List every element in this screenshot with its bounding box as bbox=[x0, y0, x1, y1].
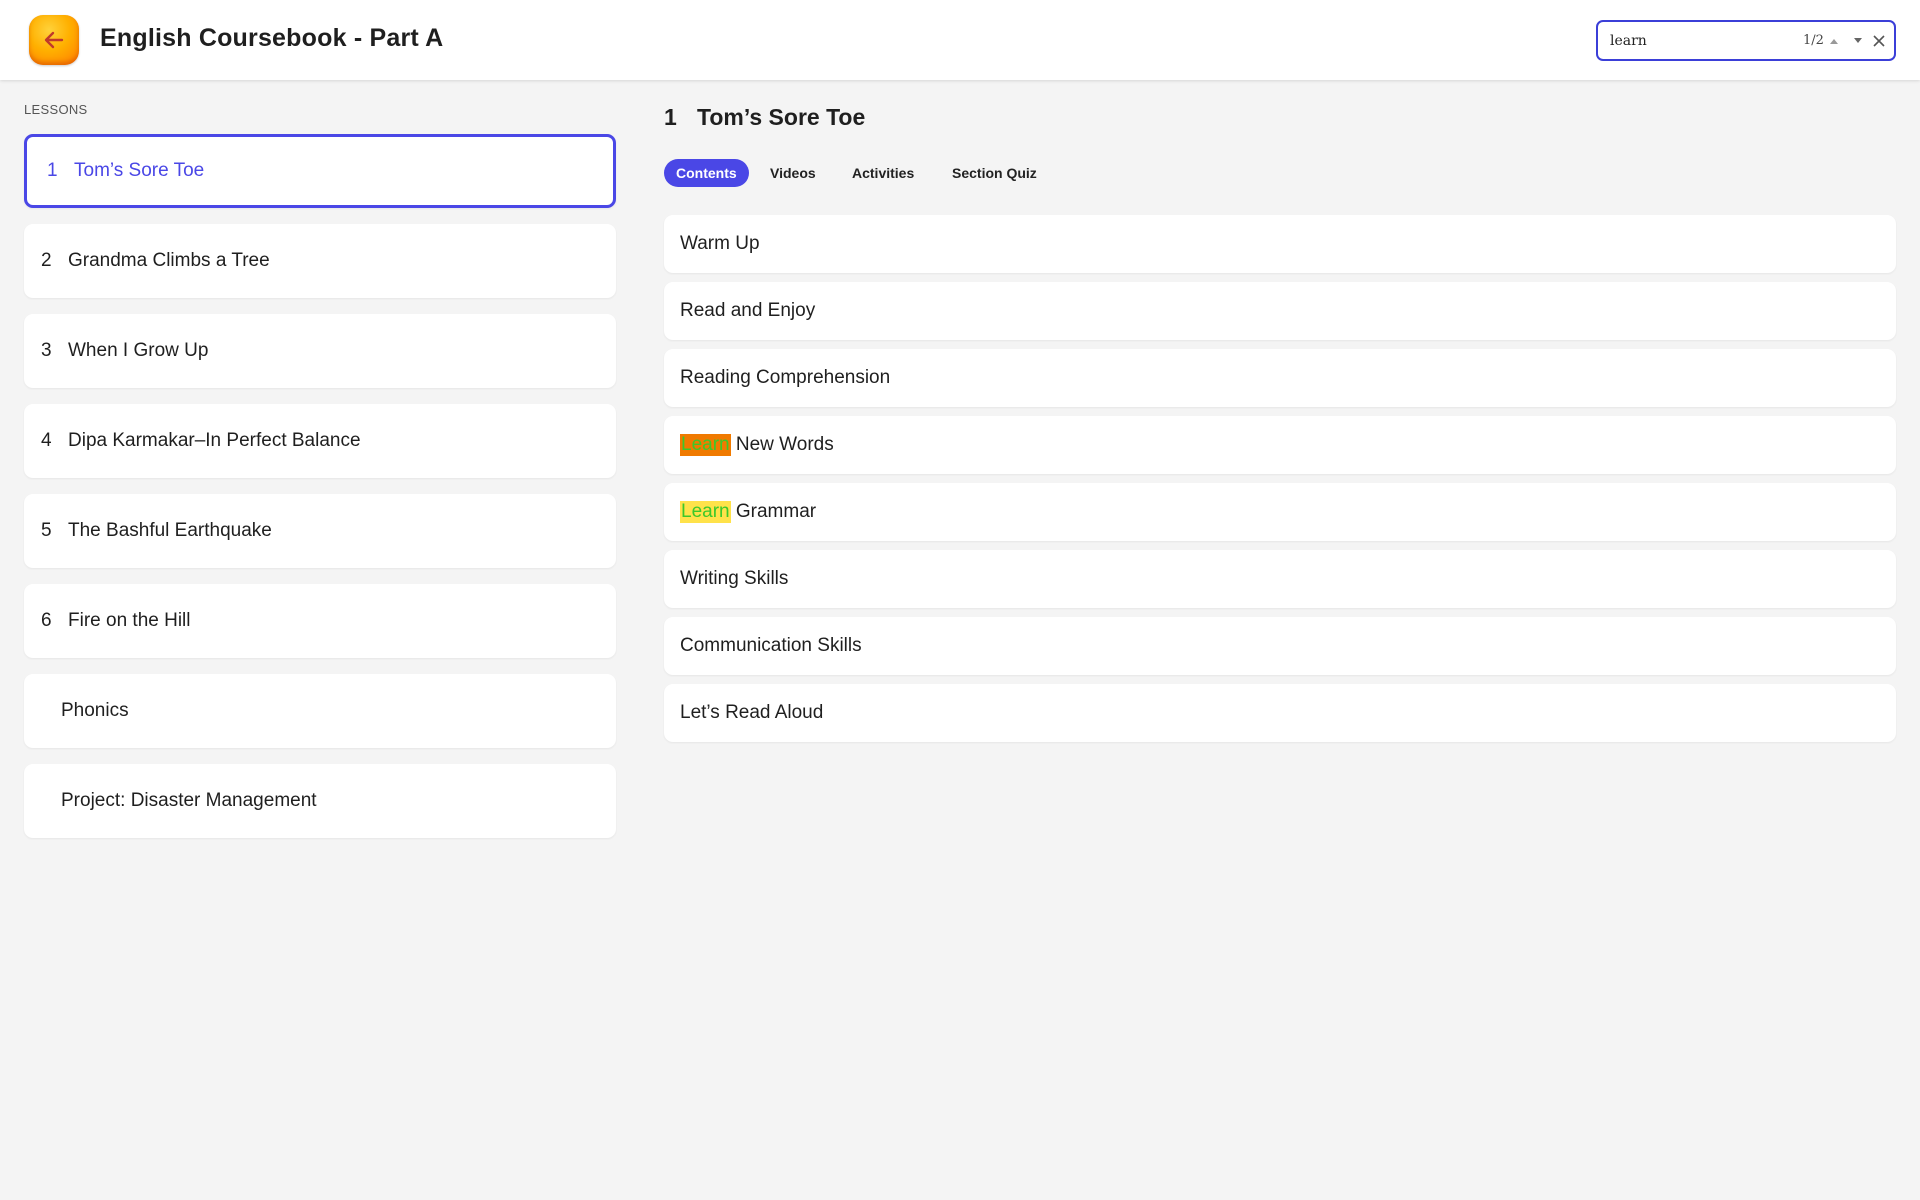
section-label: Warm Up bbox=[680, 233, 760, 254]
lesson-item-project[interactable]: Project: Disaster Management bbox=[24, 764, 616, 838]
section-reading-comprehension[interactable]: Reading Comprehension bbox=[664, 349, 1896, 407]
tab-section-quiz[interactable]: Section Quiz bbox=[940, 159, 1049, 187]
tab-activities[interactable]: Activities bbox=[840, 159, 926, 187]
section-label: Read and Enjoy bbox=[680, 300, 816, 321]
lesson-item-2[interactable]: 2 Grandma Climbs a Tree bbox=[24, 224, 616, 298]
lessons-heading: LESSONS bbox=[24, 102, 88, 117]
lesson-number: 3 bbox=[41, 340, 52, 361]
section-label: Reading Comprehension bbox=[680, 367, 891, 388]
find-highlight: Learn bbox=[680, 501, 731, 523]
back-button[interactable] bbox=[29, 15, 79, 65]
tab-videos[interactable]: Videos bbox=[758, 159, 828, 187]
find-previous-button[interactable] bbox=[1824, 31, 1844, 51]
section-label: Communication Skills bbox=[680, 635, 862, 656]
lesson-label: Project: Disaster Management bbox=[61, 790, 317, 811]
lesson-item-phonics[interactable]: Phonics bbox=[24, 674, 616, 748]
arrow-left-icon bbox=[44, 31, 64, 49]
section-learn-new-words[interactable]: Learn New Words bbox=[664, 416, 1896, 474]
section-warm-up[interactable]: Warm Up bbox=[664, 215, 1896, 273]
lesson-label: When I Grow Up bbox=[68, 340, 209, 361]
lesson-label: The Bashful Earthquake bbox=[68, 520, 272, 541]
lesson-number: 5 bbox=[41, 520, 52, 541]
lesson-number: 4 bbox=[41, 430, 52, 451]
app-header: English Coursebook - Part A 1/2 bbox=[0, 0, 1920, 80]
find-next-button[interactable] bbox=[1848, 31, 1868, 51]
lesson-number: 1 bbox=[47, 160, 58, 181]
app-title: English Coursebook - Part A bbox=[100, 24, 444, 52]
lesson-label: Tom’s Sore Toe bbox=[74, 160, 205, 181]
section-lets-read-aloud[interactable]: Let’s Read Aloud bbox=[664, 684, 1896, 742]
lesson-label: Phonics bbox=[61, 700, 129, 721]
close-icon bbox=[1873, 35, 1885, 47]
lesson-item-5[interactable]: 5 The Bashful Earthquake bbox=[24, 494, 616, 568]
caret-up-icon bbox=[1830, 39, 1838, 44]
section-communication-skills[interactable]: Communication Skills bbox=[664, 617, 1896, 675]
section-read-and-enjoy[interactable]: Read and Enjoy bbox=[664, 282, 1896, 340]
section-label: Let’s Read Aloud bbox=[680, 702, 824, 723]
lesson-number: 6 bbox=[41, 610, 52, 631]
caret-down-icon bbox=[1854, 38, 1862, 43]
lesson-item-4[interactable]: 4 Dipa Karmakar–In Perfect Balance bbox=[24, 404, 616, 478]
section-learn-grammar[interactable]: Learn Grammar bbox=[664, 483, 1896, 541]
find-close-button[interactable] bbox=[1869, 31, 1889, 51]
section-label: Writing Skills bbox=[680, 568, 789, 589]
lesson-label: Fire on the Hill bbox=[68, 610, 191, 631]
find-highlight-current: Learn bbox=[680, 434, 731, 456]
section-label: Grammar bbox=[730, 501, 817, 522]
section-writing-skills[interactable]: Writing Skills bbox=[664, 550, 1896, 608]
lesson-label: Dipa Karmakar–In Perfect Balance bbox=[68, 430, 361, 451]
page-title: Tom’s Sore Toe bbox=[697, 104, 866, 130]
lesson-label: Grandma Climbs a Tree bbox=[68, 250, 270, 271]
find-input[interactable] bbox=[1610, 30, 1790, 52]
find-match-count: 1/2 bbox=[1803, 33, 1824, 48]
lesson-number: 2 bbox=[41, 250, 52, 271]
lesson-item-3[interactable]: 3 When I Grow Up bbox=[24, 314, 616, 388]
tab-contents[interactable]: Contents bbox=[664, 159, 749, 187]
lesson-number-heading: 1 bbox=[664, 104, 677, 130]
section-label: New Words bbox=[730, 434, 834, 455]
find-bar: 1/2 bbox=[1596, 20, 1896, 61]
lesson-item-1[interactable]: 1 Tom’s Sore Toe bbox=[24, 134, 616, 208]
lesson-item-6[interactable]: 6 Fire on the Hill bbox=[24, 584, 616, 658]
